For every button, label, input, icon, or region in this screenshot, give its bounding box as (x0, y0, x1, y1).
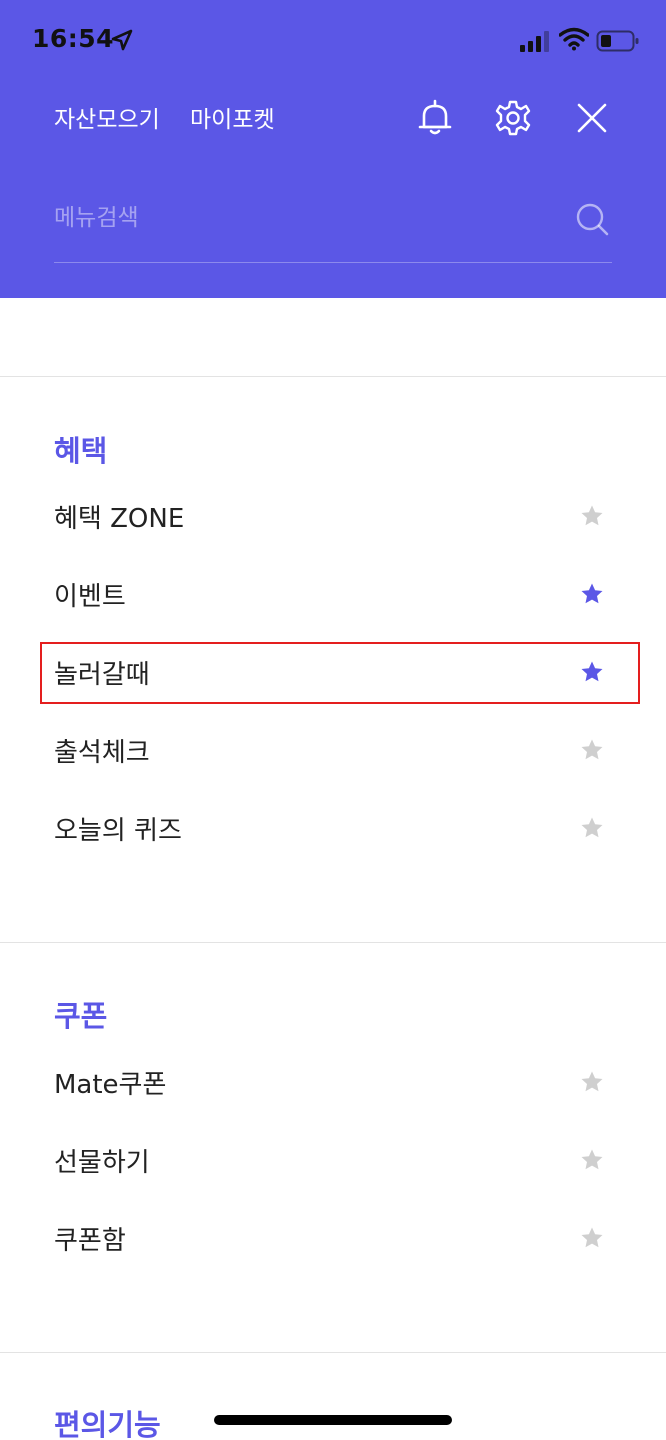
section-title: 편의기능 (54, 1408, 161, 1440)
menu-item-benefit-zone[interactable]: 혜택 ZONE (0, 480, 666, 552)
battery-icon (596, 30, 639, 52)
menu-item-label: 오늘의 퀴즈 (54, 816, 182, 846)
menu-search-input[interactable] (54, 198, 564, 238)
section-title: 혜택 (54, 434, 108, 468)
section-divider (0, 1352, 666, 1353)
star-icon[interactable] (580, 582, 604, 606)
menu-item-label: 선물하기 (54, 1148, 150, 1178)
menu-item-label: Mate쿠폰 (54, 1070, 167, 1100)
status-time: 16:54 (32, 24, 115, 53)
highlight-box (40, 642, 640, 704)
nav-my-pocket[interactable]: 마이포켓 (190, 100, 275, 134)
menu-item-label: 출석체크 (54, 738, 150, 768)
menu-item-daily-quiz[interactable]: 오늘의 퀴즈 (0, 792, 666, 864)
search-underline (54, 262, 612, 263)
menu-item-mate-coupon[interactable]: Mate쿠폰 (0, 1046, 666, 1118)
star-icon[interactable] (580, 1226, 604, 1250)
menu-item-gift[interactable]: 선물하기 (0, 1124, 666, 1196)
close-icon[interactable] (572, 98, 612, 138)
menu-item-label: 이벤트 (54, 582, 126, 612)
star-icon[interactable] (580, 1070, 604, 1094)
star-icon[interactable] (580, 738, 604, 762)
search-icon[interactable] (574, 201, 610, 237)
gear-icon[interactable] (493, 98, 533, 138)
location-arrow-icon (111, 29, 133, 51)
home-indicator[interactable] (214, 1415, 452, 1425)
bell-icon[interactable] (415, 98, 455, 138)
cellular-signal-icon (520, 31, 549, 52)
header: 16:54 자산모으기 마이포켓 (0, 0, 666, 298)
star-icon[interactable] (580, 816, 604, 840)
section-title: 쿠폰 (54, 999, 108, 1033)
status-bar: 16:54 (0, 0, 666, 80)
section-divider (0, 376, 666, 377)
menu-item-label: 쿠폰함 (54, 1226, 126, 1256)
menu-item-coupon-box[interactable]: 쿠폰함 (0, 1202, 666, 1274)
star-icon[interactable] (580, 1148, 604, 1172)
menu-item-attendance[interactable]: 출석체크 (0, 714, 666, 786)
nav-asset-collection[interactable]: 자산모으기 (54, 100, 160, 134)
menu-item-label: 혜택 ZONE (54, 504, 185, 534)
menu-item-event[interactable]: 이벤트 (0, 558, 666, 630)
section-divider (0, 942, 666, 943)
star-icon[interactable] (580, 504, 604, 528)
wifi-icon (559, 27, 589, 51)
